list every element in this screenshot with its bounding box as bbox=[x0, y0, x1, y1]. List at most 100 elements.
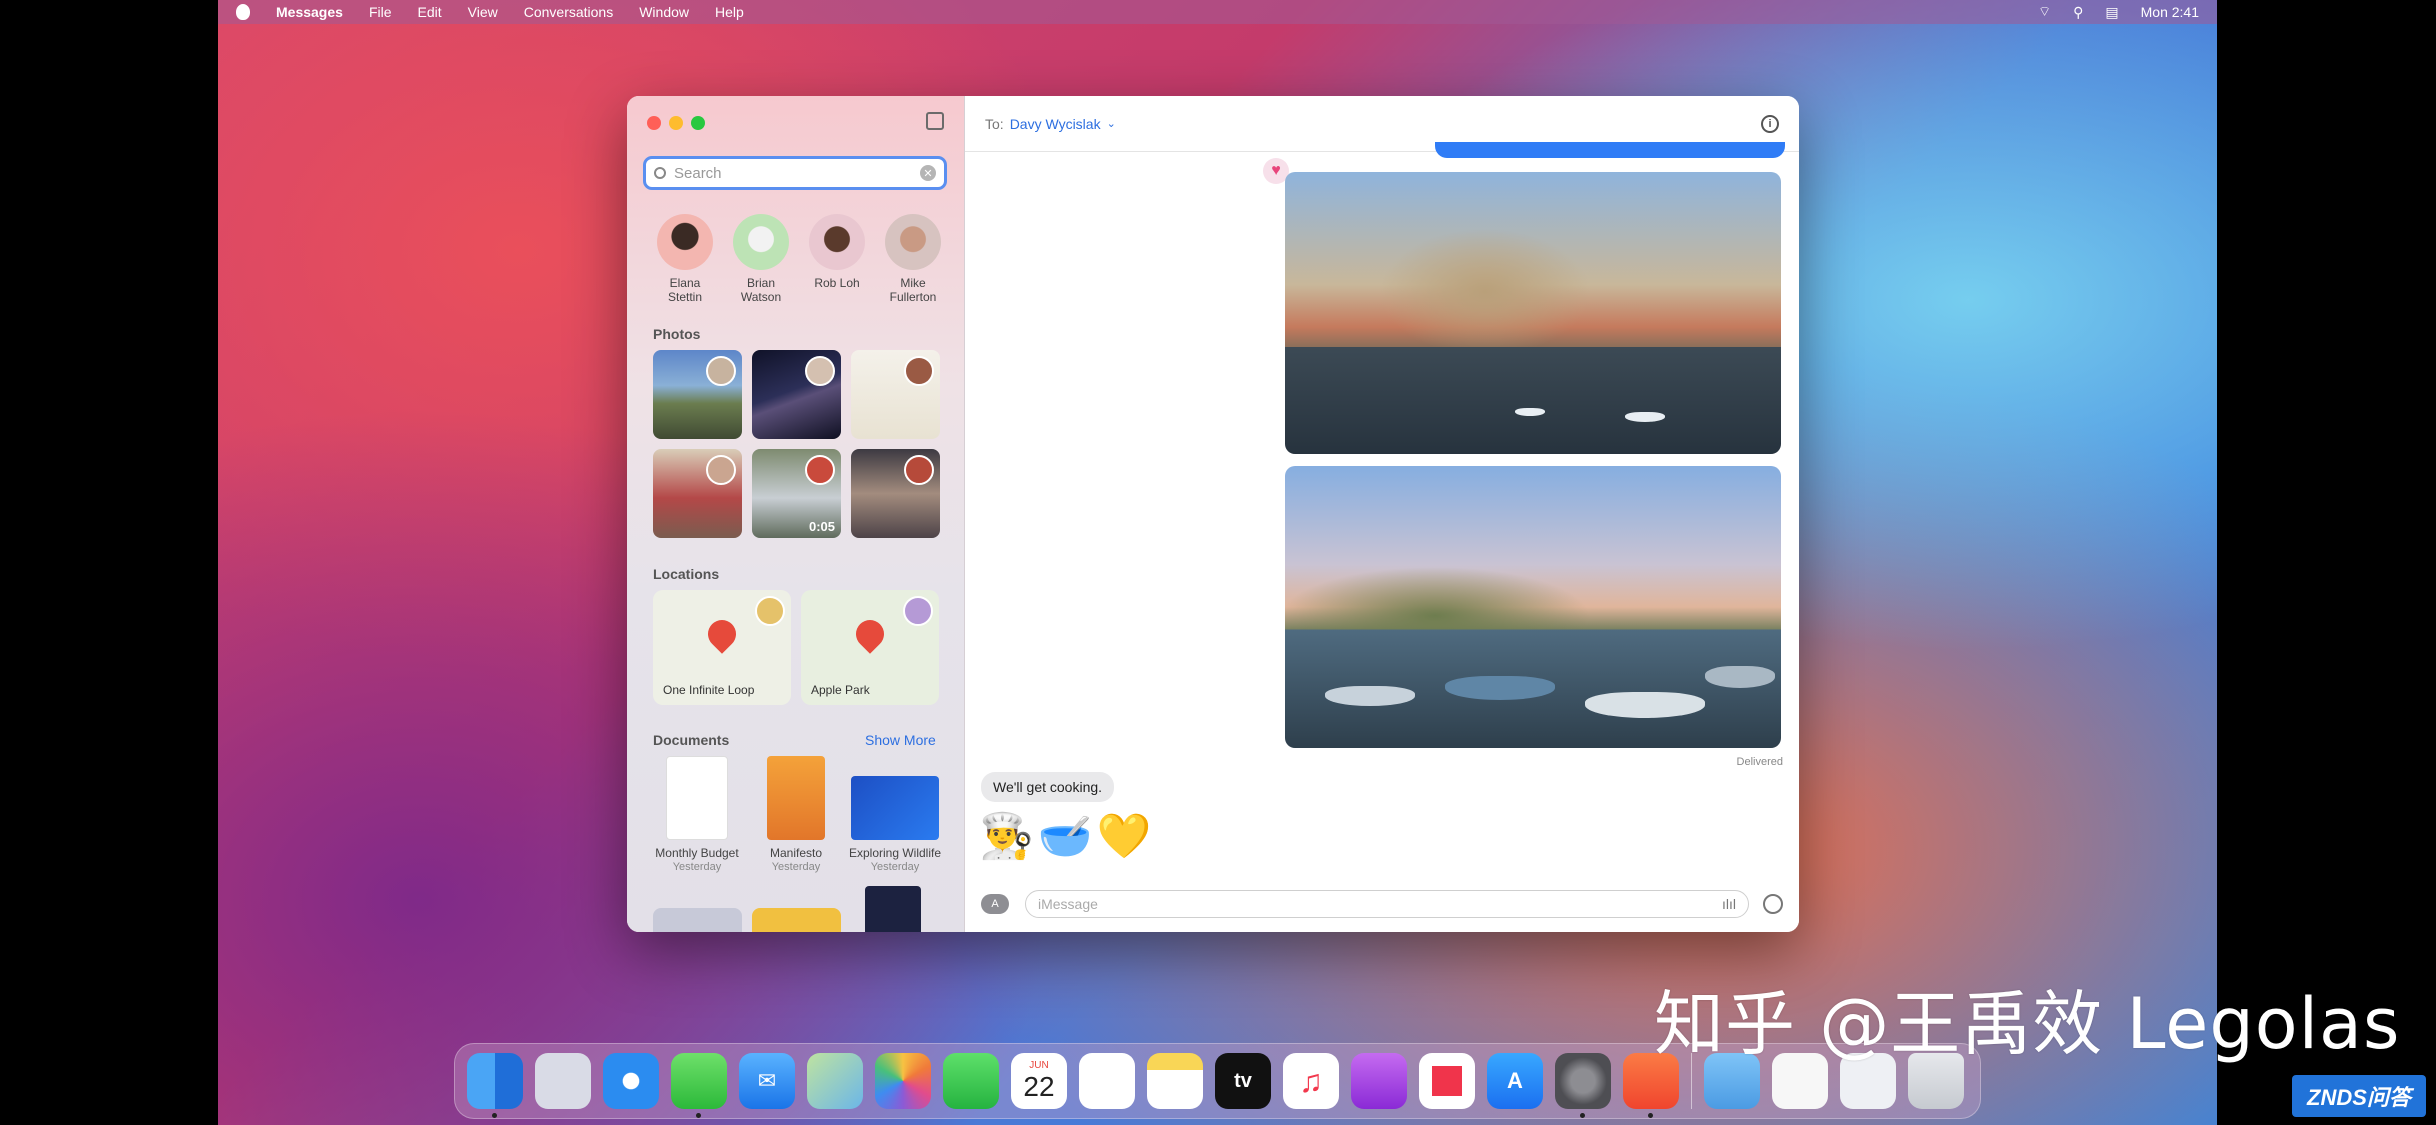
location-one-infinite-loop[interactable]: One Infinite Loop bbox=[653, 590, 791, 705]
info-icon[interactable]: i bbox=[1761, 114, 1779, 133]
contact-mike[interactable]: Mike Fullerton bbox=[875, 214, 951, 304]
emoji-message[interactable]: 👨‍🍳🥣💛 bbox=[979, 810, 1155, 862]
messages-icon[interactable] bbox=[671, 1053, 727, 1118]
app-store-icon[interactable]: A bbox=[981, 894, 1009, 914]
znds-logo: ZNDS问答 bbox=[2292, 1075, 2426, 1117]
compose-icon[interactable] bbox=[926, 112, 944, 130]
photo-thumb[interactable] bbox=[851, 350, 940, 439]
sender-avatar bbox=[805, 356, 835, 386]
menu-file[interactable]: File bbox=[369, 4, 392, 20]
clear-search-icon[interactable]: ✕ bbox=[920, 165, 936, 181]
sender-avatar bbox=[755, 596, 785, 626]
contact-elana[interactable]: Elana Stettin bbox=[647, 214, 723, 304]
notes-icon[interactable] bbox=[1147, 1053, 1203, 1109]
document-name: Manifesto bbox=[769, 846, 823, 860]
running-indicator bbox=[492, 1113, 497, 1118]
menu-bar: Messages File Edit View Conversations Wi… bbox=[218, 0, 2217, 24]
running-indicator bbox=[1648, 1113, 1653, 1118]
video-duration: 0:05 bbox=[808, 519, 835, 534]
menu-view[interactable]: View bbox=[468, 4, 498, 20]
video-thumb[interactable]: 0:05 bbox=[752, 449, 841, 538]
sent-photo[interactable] bbox=[1285, 172, 1781, 454]
safari-icon[interactable] bbox=[603, 1053, 659, 1109]
launchpad-icon[interactable] bbox=[535, 1053, 591, 1109]
sent-message-bubble[interactable] bbox=[1435, 142, 1785, 158]
menu-conversations[interactable]: Conversations bbox=[524, 4, 614, 20]
reminders-icon[interactable] bbox=[1079, 1053, 1135, 1109]
apple-tv-icon[interactable]: tv bbox=[1215, 1053, 1271, 1109]
menu-window[interactable]: Window bbox=[639, 4, 689, 20]
apple-icon[interactable] bbox=[236, 4, 250, 20]
search-field[interactable]: Search ✕ bbox=[643, 156, 947, 190]
sent-photo[interactable] bbox=[1285, 466, 1781, 748]
spotlight-icon[interactable]: ⚲ bbox=[2073, 4, 2083, 21]
photos-section-title: Photos bbox=[653, 326, 701, 342]
zoom-window-button[interactable] bbox=[691, 116, 705, 130]
contact-name: Brian Watson bbox=[740, 276, 782, 304]
document-monthly-budget[interactable]: Monthly Budget Yesterday bbox=[647, 756, 747, 874]
chevron-down-icon[interactable]: ⌄ bbox=[1107, 117, 1116, 130]
boat bbox=[1515, 408, 1545, 416]
mail-icon[interactable]: ✉ bbox=[739, 1053, 795, 1109]
tv-label: tv bbox=[1234, 1069, 1252, 1092]
location-apple-park[interactable]: Apple Park bbox=[801, 590, 939, 705]
sender-avatar bbox=[904, 356, 934, 386]
recipient-name[interactable]: Davy Wycislak bbox=[1010, 116, 1101, 132]
photo-thumb[interactable] bbox=[851, 449, 940, 538]
avatar bbox=[733, 214, 789, 270]
contact-brian[interactable]: Brian Watson bbox=[723, 214, 799, 304]
facetime-icon[interactable] bbox=[943, 1053, 999, 1109]
app-store-dock-icon[interactable]: A bbox=[1487, 1053, 1543, 1109]
document-thumb-partial[interactable] bbox=[752, 908, 841, 932]
locations-section-title: Locations bbox=[653, 566, 720, 582]
music-icon[interactable]: ♫ bbox=[1283, 1053, 1339, 1109]
audio-wave-icon[interactable]: ılıl bbox=[1722, 896, 1736, 912]
contact-rob[interactable]: Rob Loh bbox=[799, 214, 875, 290]
document-thumb-partial[interactable] bbox=[653, 908, 742, 932]
running-indicator bbox=[696, 1113, 701, 1118]
imessage-placeholder: iMessage bbox=[1038, 896, 1098, 912]
calendar-icon[interactable]: JUN 22 bbox=[1011, 1053, 1067, 1109]
maps-icon[interactable] bbox=[807, 1053, 863, 1109]
photo-thumb[interactable] bbox=[653, 350, 742, 439]
map-pin-icon bbox=[702, 614, 742, 654]
conversation-pane: To: Davy Wycislak ⌄ i ♥ Delivered We'll … bbox=[965, 96, 1799, 932]
photos-icon[interactable] bbox=[875, 1053, 931, 1109]
document-thumbnail bbox=[666, 756, 728, 840]
close-window-button[interactable] bbox=[647, 116, 661, 130]
search-placeholder: Search bbox=[674, 164, 722, 182]
control-center-icon[interactable]: ▤ bbox=[2105, 4, 2118, 21]
podcasts-icon[interactable] bbox=[1351, 1053, 1407, 1109]
document-date: Yesterday bbox=[771, 861, 821, 873]
system-preferences-icon[interactable] bbox=[1555, 1053, 1611, 1118]
finder-icon[interactable] bbox=[467, 1053, 523, 1118]
menu-edit[interactable]: Edit bbox=[418, 4, 442, 20]
document-exploring-wildlife[interactable]: Exploring Wildlife Yesterday bbox=[845, 756, 945, 874]
menu-app-name[interactable]: Messages bbox=[276, 4, 343, 20]
document-thumb-partial[interactable] bbox=[865, 886, 921, 932]
compose-bar: A iMessage ılıl bbox=[965, 876, 1799, 932]
received-message-bubble[interactable]: We'll get cooking. bbox=[981, 772, 1115, 802]
documents-section-title: Documents bbox=[653, 732, 730, 748]
sidebar: Search ✕ Elana Stettin Brian Watson Rob … bbox=[627, 96, 965, 932]
emoji-icon[interactable] bbox=[1763, 894, 1783, 914]
photo-thumb[interactable] bbox=[752, 350, 841, 439]
boat bbox=[1625, 412, 1665, 422]
show-more-link[interactable]: Show More bbox=[865, 732, 936, 748]
menu-clock[interactable]: Mon 2:41 bbox=[2141, 4, 2199, 20]
news-icon[interactable] bbox=[1419, 1053, 1475, 1109]
document-date: Yesterday bbox=[672, 861, 722, 873]
wifi-icon[interactable]: ⌔ bbox=[2038, 3, 2051, 21]
document-manifesto[interactable]: Manifesto Yesterday bbox=[746, 756, 846, 874]
document-name: Monthly Budget bbox=[655, 846, 739, 860]
photo-thumb[interactable] bbox=[653, 449, 742, 538]
menu-help[interactable]: Help bbox=[715, 4, 744, 20]
imessage-input[interactable]: iMessage ılıl bbox=[1025, 890, 1749, 918]
news-glyph bbox=[1432, 1066, 1462, 1096]
running-indicator bbox=[1580, 1113, 1585, 1118]
boat bbox=[1585, 692, 1705, 718]
desktop: Messages File Edit View Conversations Wi… bbox=[218, 0, 2217, 1125]
minimize-window-button[interactable] bbox=[669, 116, 683, 130]
sender-avatar bbox=[805, 455, 835, 485]
calendar-month: JUN bbox=[1029, 1059, 1049, 1071]
